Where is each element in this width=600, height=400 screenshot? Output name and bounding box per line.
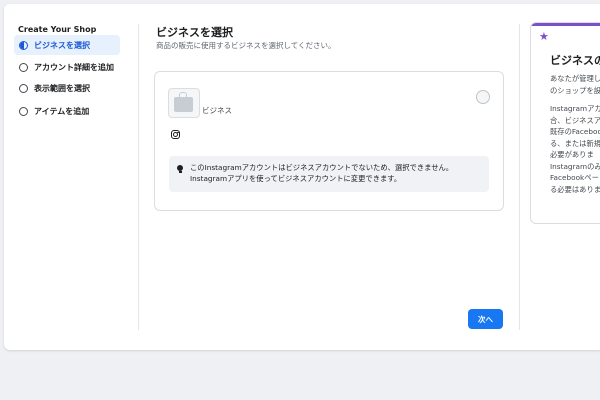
info-paragraph-2: Instagramアカ 合、ビジネスア 既存のFaceboo る、または新規 必… [550,103,600,195]
step-circle-icon [19,106,28,116]
info-line: Instagramのみ [550,161,600,171]
info-line: あなたが管理し [550,74,600,83]
info-panel: ★ ビジネスの あなたが管理し のショップを設 Instagramアカ 合、ビジ… [530,22,600,224]
step-add-account-details[interactable]: アカウント詳細を追加 [14,57,120,77]
page-subtitle: 商品の販売に使用するビジネスを選択してください。 [156,41,336,50]
page-title: ビジネスを選択 [156,26,233,39]
step-label: アイテムを追加 [34,106,90,116]
info-line: 合、ビジネスア [550,115,600,125]
info-panel-accent-bar [531,23,600,26]
info-line: Instagramアカ [550,104,600,113]
step-circle-icon [19,62,28,72]
info-line: のショップを設 [550,85,600,95]
business-name: ビジネス [202,106,232,115]
next-button[interactable]: 次へ [468,309,503,329]
ineligible-notice: このInstagramアカウントはビジネスアカウントでないため、選択できません。… [169,156,489,192]
info-paragraph-1: あなたが管理し のショップを設 [550,73,600,96]
notice-text: このInstagramアカウントはビジネスアカウントでないため、選択できません。… [190,162,485,184]
step-circle-icon [19,83,28,93]
shop-bag-icon [168,88,200,118]
step-label: ビジネスを選択 [34,40,90,50]
instagram-icon [171,130,180,139]
step-add-items[interactable]: アイテムを追加 [14,101,120,121]
business-option-card[interactable]: ビジネス このInstagramアカウントはビジネスアカウントでないため、選択で… [154,71,504,211]
step-select-business[interactable]: ビジネスを選択 [14,35,120,55]
info-line: 必要がありま [550,150,594,159]
panel-divider [519,24,520,330]
step-label: 表示範囲を選択 [34,83,90,93]
business-radio[interactable] [476,90,490,104]
progress-half-icon [19,40,28,50]
info-line: る、または新規 [550,138,600,148]
step-select-visibility[interactable]: 表示範囲を選択 [14,78,120,98]
info-line: る必要はありま [550,184,600,194]
step-label: アカウント詳細を追加 [34,62,114,72]
shop-setup-card: Create Your Shop ビジネスを選択 アカウント詳細を追加 表示範囲… [4,4,600,350]
info-line: Facebookペー [550,173,599,182]
sidebar-divider [138,24,139,330]
star-icon: ★ [539,30,549,43]
notice-line: このInstagramアカウントはビジネスアカウントでないため、選択できません。 [190,163,454,172]
steps-sidebar: Create Your Shop ビジネスを選択 アカウント詳細を追加 表示範囲… [4,4,139,350]
info-line: 既存のFaceboo [550,127,600,136]
lightbulb-icon [177,165,183,173]
sidebar-title: Create Your Shop [18,25,97,34]
info-panel-title: ビジネスの [550,54,600,67]
notice-line: Instagramアプリを使ってビジネスアカウントに変更できます。 [190,174,402,183]
